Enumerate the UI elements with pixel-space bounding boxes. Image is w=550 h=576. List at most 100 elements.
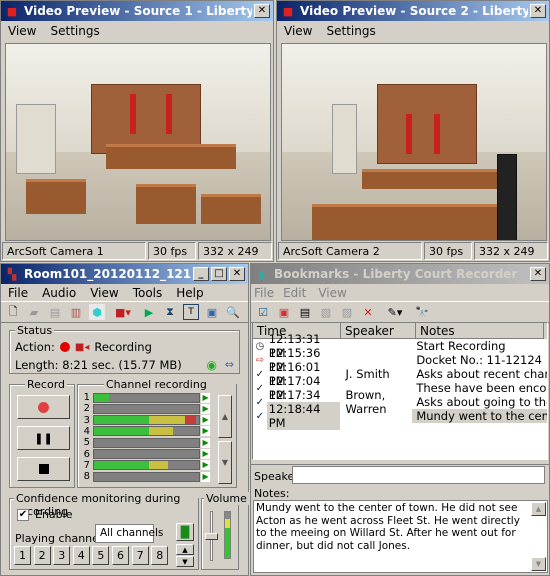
text-icon[interactable]: T bbox=[183, 304, 199, 320]
channel-number: 6 bbox=[83, 448, 90, 460]
length-value: Length: 8:21 sec. (15.77 MB) bbox=[15, 358, 182, 372]
status-bar: ArcSoft Camera 1 30 fps 332 x 249 bbox=[1, 241, 273, 261]
marker-icon[interactable]: ⧗ bbox=[162, 304, 178, 320]
copy-icon[interactable]: ▧ bbox=[318, 304, 334, 320]
camera-name: ArcSoft Camera 2 bbox=[278, 242, 422, 260]
title-bar: ▚ Room101_20120112_121320.dc..._□✕ bbox=[1, 264, 248, 284]
menu-help[interactable]: Help bbox=[169, 286, 210, 300]
clipboard-icon[interactable]: ▤ bbox=[297, 304, 313, 320]
level-meter bbox=[92, 403, 201, 414]
new-icon[interactable]: 🗋 bbox=[5, 304, 21, 320]
open-icon[interactable]: ▰ bbox=[26, 304, 42, 320]
play-channel-icon[interactable]: ▶ bbox=[201, 460, 210, 471]
title-bar: ■ Video Preview - Source 1 - Liberty Co..… bbox=[1, 1, 273, 21]
close-button[interactable]: ✕ bbox=[229, 267, 245, 281]
delete-icon[interactable]: ✕ bbox=[360, 304, 376, 320]
enable-checkbox[interactable]: ✔ bbox=[17, 508, 29, 521]
menu-settings[interactable]: Settings bbox=[319, 24, 382, 38]
playing-channels-field[interactable]: All channels bbox=[95, 524, 163, 543]
video-preview-window-2: ■ Video Preview - Source 2 - Liberty Co..… bbox=[276, 0, 550, 262]
play-channel-icon[interactable]: ▶ bbox=[201, 403, 210, 414]
scroll-up-button[interactable]: ▲ bbox=[218, 395, 232, 438]
resolution: 332 x 249 bbox=[474, 242, 548, 260]
menu-view[interactable]: View bbox=[312, 286, 352, 300]
camera-icon: ■◂ bbox=[74, 341, 90, 353]
scroll-down-button[interactable]: ▼ bbox=[218, 441, 232, 484]
record-source-icon[interactable]: ■▾ bbox=[110, 304, 136, 320]
group-label: Volume bbox=[204, 492, 249, 505]
record-button[interactable] bbox=[17, 395, 70, 419]
channel-view-button[interactable]: ▐▌ bbox=[176, 523, 194, 541]
close-button[interactable]: ✕ bbox=[530, 4, 546, 18]
search-icon[interactable]: 🔍 bbox=[225, 304, 241, 320]
channel-level-row: 5 ▶ bbox=[82, 437, 210, 448]
channel-button-5[interactable]: 5 bbox=[92, 546, 110, 565]
speaker-input[interactable] bbox=[292, 466, 545, 484]
check-icon: ✓ bbox=[255, 410, 265, 422]
paste-icon[interactable]: ▨ bbox=[339, 304, 355, 320]
play-channel-icon[interactable]: ▶ bbox=[201, 449, 210, 459]
column-speaker[interactable]: Speaker bbox=[341, 323, 416, 339]
level-yellow bbox=[148, 427, 173, 436]
channel-button-2[interactable]: 2 bbox=[33, 546, 51, 565]
close-button[interactable]: ✕ bbox=[254, 4, 270, 18]
menu-settings[interactable]: Settings bbox=[43, 24, 106, 38]
recorder-window: ▚ Room101_20120112_121320.dc..._□✕ FileAu… bbox=[0, 263, 249, 576]
close-button[interactable]: ✕ bbox=[530, 267, 546, 281]
bookmark-notes: Asks about recent change... bbox=[416, 367, 547, 381]
menu-tools[interactable]: Tools bbox=[126, 286, 170, 300]
minimize-button[interactable]: _ bbox=[193, 267, 209, 281]
spin-down-button[interactable]: ▼ bbox=[176, 556, 194, 567]
channel-button-8[interactable]: 8 bbox=[151, 546, 169, 565]
notes-scroll-up[interactable]: ▲ bbox=[531, 502, 546, 516]
play-window-icon[interactable]: ▶ bbox=[141, 304, 157, 320]
column-notes[interactable]: Notes bbox=[416, 323, 544, 339]
menu-view[interactable]: View bbox=[83, 286, 125, 300]
channel-level-row: 8 ▶ bbox=[82, 471, 210, 482]
insert-bookmark-icon[interactable]: ▣ bbox=[276, 304, 292, 320]
menu-file[interactable]: File bbox=[251, 286, 277, 300]
bookmark-notes: Asks about going to the ce... bbox=[416, 395, 547, 409]
menu-edit[interactable]: Edit bbox=[277, 286, 312, 300]
channel-button-1[interactable]: 1 bbox=[14, 546, 31, 565]
resolution: 332 x 249 bbox=[198, 242, 272, 260]
action-label: Action: bbox=[15, 340, 55, 354]
properties-icon[interactable]: ▤ bbox=[47, 304, 63, 320]
menu-file[interactable]: File bbox=[1, 286, 35, 300]
status-group: Status Action: ■◂ Recording Length: 8:21… bbox=[9, 324, 240, 374]
highlight-icon[interactable]: ✎▾ bbox=[381, 304, 409, 320]
find-icon[interactable]: 🔭 bbox=[414, 304, 430, 320]
notes-textarea[interactable]: Mundy went to the center of town. He did… bbox=[253, 500, 548, 573]
pause-button[interactable]: ❚❚ bbox=[17, 426, 70, 450]
notes-scroll-down[interactable]: ▼ bbox=[531, 557, 546, 571]
spin-up-button[interactable]: ▲ bbox=[176, 544, 194, 555]
level-meter bbox=[92, 437, 201, 448]
levels-group: Channel recording levels 1▶2▶3▶4▶5▶6▶7▶8… bbox=[77, 378, 237, 488]
channel-button-7[interactable]: 7 bbox=[131, 546, 149, 565]
transfer-icon: ⇔ bbox=[224, 358, 234, 371]
stop-button[interactable] bbox=[17, 457, 70, 481]
play-channel-icon[interactable]: ▶ bbox=[201, 471, 210, 482]
channel-number: 2 bbox=[83, 403, 90, 415]
add-bookmark-icon[interactable]: ☑ bbox=[255, 304, 271, 320]
menu-view[interactable]: View bbox=[1, 24, 43, 38]
channel-button-4[interactable]: 4 bbox=[72, 546, 90, 565]
channel-button-3[interactable]: 3 bbox=[53, 546, 71, 565]
delete-icon[interactable]: ▥ bbox=[68, 304, 84, 320]
volume-slider-thumb[interactable] bbox=[205, 532, 218, 540]
menu-audio[interactable]: Audio bbox=[35, 286, 83, 300]
channel-level-row: 1 ▶ bbox=[82, 392, 210, 403]
level-meter bbox=[92, 471, 201, 482]
group-label: Status bbox=[15, 324, 55, 337]
play-channel-icon[interactable]: ▶ bbox=[201, 437, 210, 448]
maximize-button[interactable]: □ bbox=[211, 267, 227, 281]
export-icon[interactable]: ▣ bbox=[204, 304, 220, 320]
play-channel-icon[interactable]: ▶ bbox=[201, 392, 210, 403]
play-channel-icon[interactable]: ▶ bbox=[201, 426, 210, 437]
channel-button-6[interactable]: 6 bbox=[112, 546, 129, 565]
menu-view[interactable]: View bbox=[277, 24, 319, 38]
play-channel-icon[interactable]: ▶ bbox=[201, 415, 210, 426]
cube-icon[interactable]: ⬢ bbox=[89, 304, 105, 320]
channel-level-row: 2 ▶ bbox=[82, 403, 210, 414]
stop-icon bbox=[38, 464, 49, 474]
